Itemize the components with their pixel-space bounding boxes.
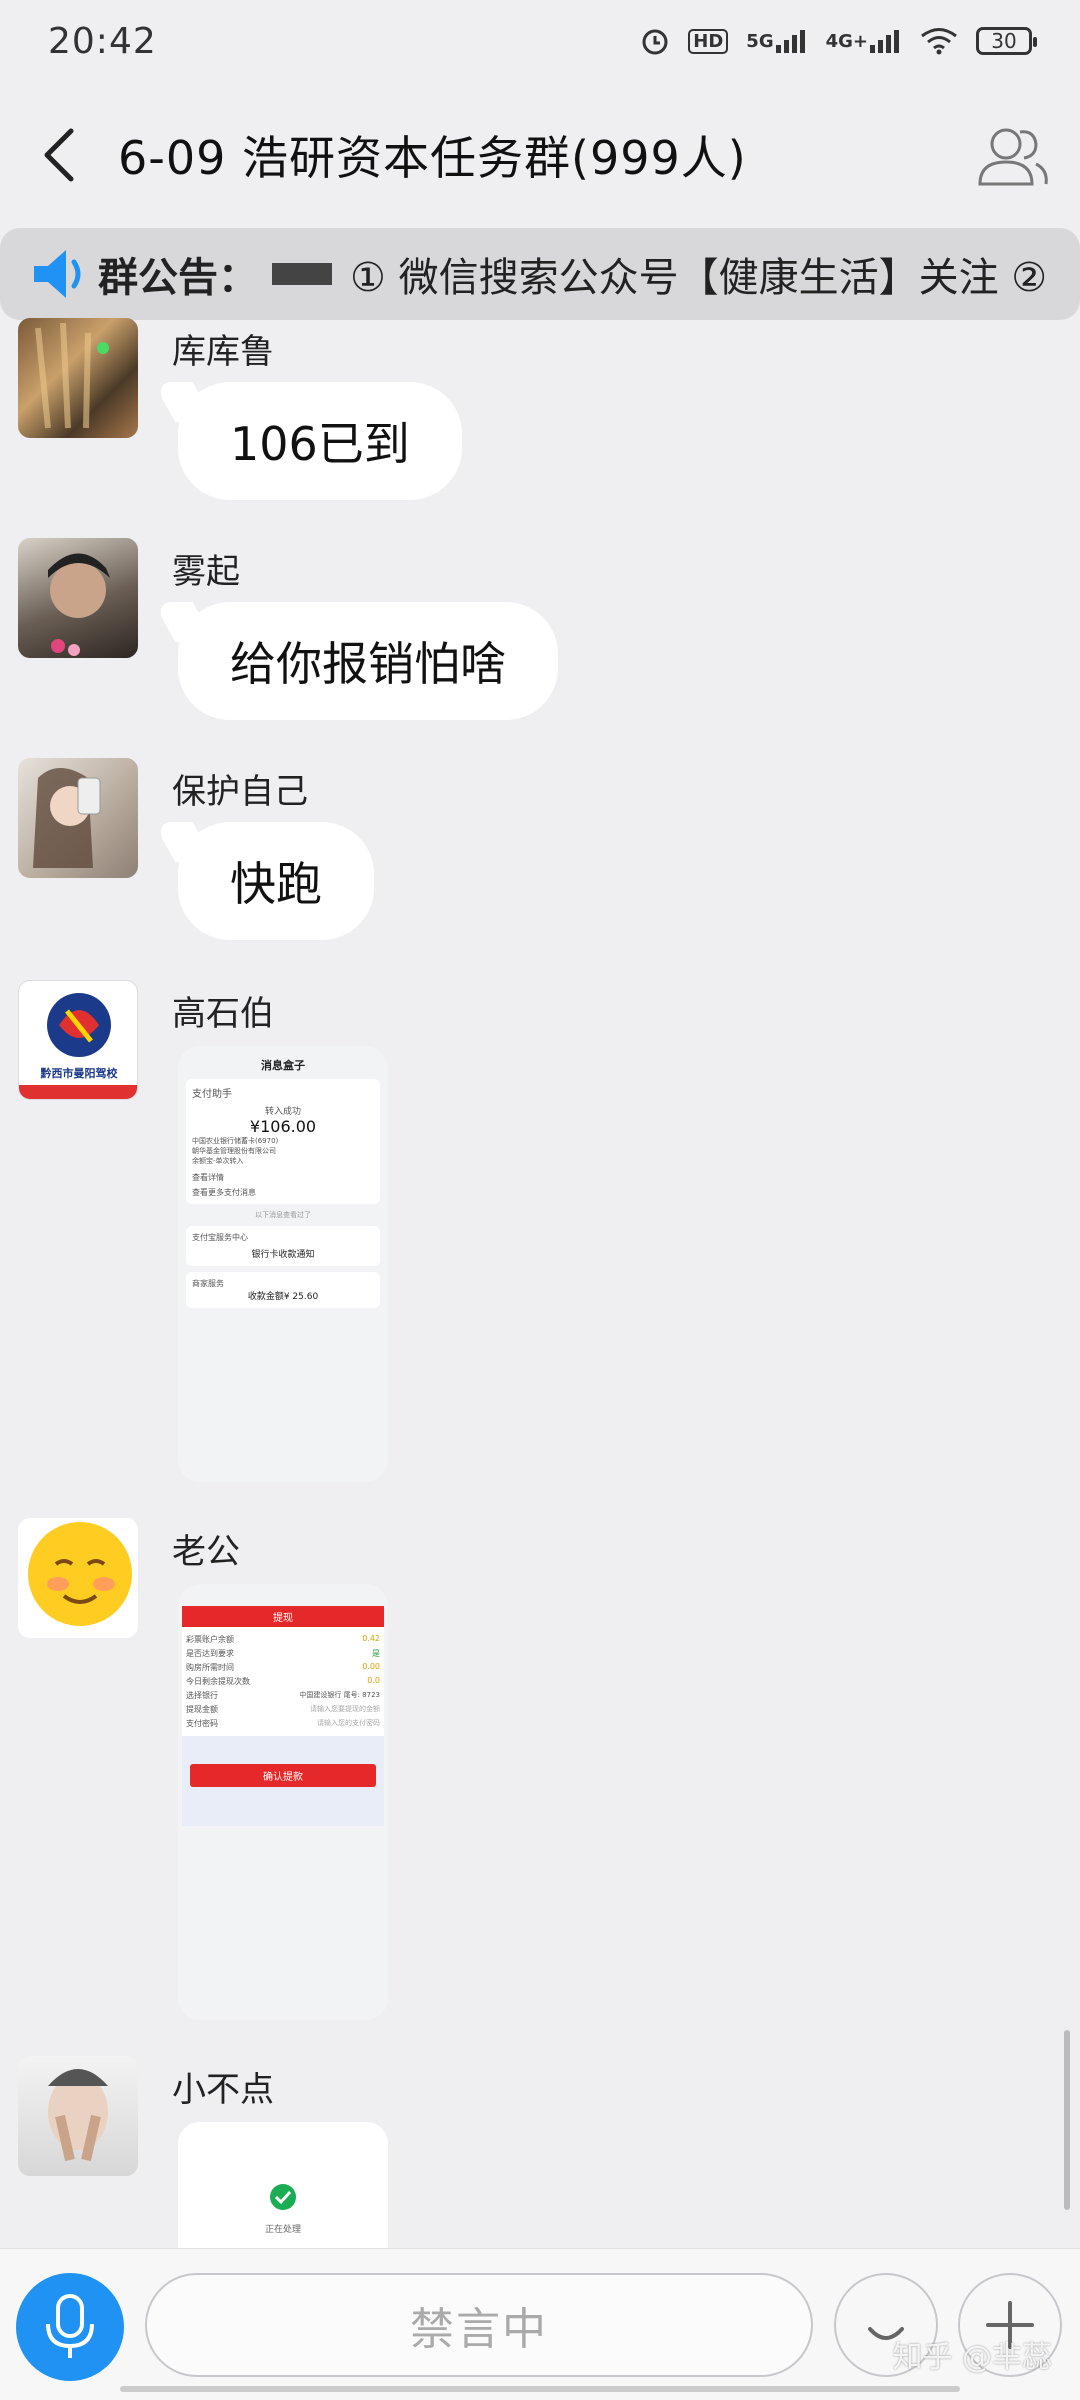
scrollbar[interactable] [1064, 2030, 1070, 2210]
announcement-text: ① 微信搜索公众号【健康生活】关注 ② [350, 255, 1048, 301]
mini-card: 支付宝服务中心 银行卡收款通知 [186, 1226, 380, 1266]
mini-row: 提现金额 请输入您要提现的金额 [186, 1705, 380, 1714]
image-content: 提现 彩票账户余额 0.42 是否达到要求是 购房所需时间 0.00 今日剩余提现次… [178, 1584, 388, 2020]
status-icons: HD 5G 4G+ 30 [640, 26, 1037, 56]
signal-5g-label: 5G [746, 30, 774, 52]
sender-name: 老公 [172, 1532, 240, 1572]
sender-name: 小不点 [172, 2070, 274, 2110]
mini-line: 中国农业银行储蓄卡(6970) [192, 1137, 279, 1145]
mini-row: 购房所需时间 0.00 [186, 1662, 380, 1672]
image-content: 消息盒子 支付助手 转入成功 ¥106.00 中国农业银行储蓄卡(6970) 朝… [178, 1046, 388, 1482]
emoji-avatar-icon [28, 1522, 132, 1626]
speaker-icon [34, 250, 81, 298]
mini-title: 消息盒子 [261, 1059, 305, 1072]
avatar[interactable] [18, 1518, 138, 1638]
gesture-bar [120, 2386, 960, 2392]
watermark: 知乎 @芈蕊 [892, 2340, 1052, 2375]
alarm-icon [640, 26, 670, 56]
check-circle-icon [270, 2184, 296, 2210]
mini-amount: ¥106.00 [249, 1117, 317, 1136]
avatar-caption: 黔西市曼阳驾校 [40, 1067, 118, 1080]
mini-redbar: 提现 [182, 1606, 384, 1627]
mini-row: 彩票账户余额 0.42 [186, 1634, 380, 1644]
sender-name: 库库鲁 [172, 332, 274, 372]
mini-notice: 银行卡收款通知 [251, 1250, 315, 1260]
mini-row: 是否达到要求是 [186, 1649, 380, 1658]
message-bubble[interactable]: 快跑 [178, 822, 374, 940]
message-bubble[interactable]: 给你报销怕啥 [178, 602, 558, 720]
hd-icon: HD [688, 28, 729, 54]
sender-name: 保护自己 [172, 772, 308, 812]
announcement-prefix: 群公告： [98, 255, 258, 301]
mini-row: 支付密码 请输入您的支付密码 [186, 1719, 380, 1728]
redacted-block [272, 263, 332, 285]
microphone-icon [46, 2294, 94, 2358]
mini-card-title: 支付助手 [192, 1089, 232, 1100]
mini-card: 商家服务 收款金额¥ 25.60 [186, 1272, 380, 1308]
mini-row: 今日剩余提现次数 0.0 [186, 1676, 380, 1686]
avatar[interactable] [18, 538, 138, 658]
mini-amount: 收款金额¥ 25.60 [247, 1292, 319, 1302]
mini-link: 查看更多支付消息 [192, 1188, 256, 1197]
battery-icon: 30 [976, 27, 1037, 55]
mini-card-title: 商家服务 [192, 1279, 224, 1288]
voice-button[interactable] [16, 2273, 124, 2381]
mini-form: 彩票账户余额 0.42 是否达到要求是 购房所需时间 0.00 今日剩余提现次数 0.… [182, 1627, 384, 1736]
image-message[interactable]: 正在处理 [178, 2122, 388, 2252]
avatar[interactable] [18, 2056, 138, 2176]
image-message[interactable]: 提现 彩票账户余额 0.42 是否达到要求是 购房所需时间 0.00 今日剩余提现次… [178, 1584, 388, 2020]
mini-card: 支付助手 转入成功 ¥106.00 中国农业银行储蓄卡(6970) 朝华基金管理… [186, 1079, 380, 1204]
mini-title: 提现 [273, 1613, 293, 1624]
message-bubble[interactable]: 106已到 [178, 382, 462, 500]
mini-line: 余额宝-单次转入 [192, 1157, 244, 1165]
mini-card-title: 支付宝服务中心 [192, 1233, 248, 1242]
signal-4g-label: 4G+ [825, 30, 868, 52]
sender-name: 高石伯 [172, 994, 274, 1034]
chat-header: 6-09 浩研资本任务群(999人) [0, 82, 1080, 227]
page-title: 6-09 浩研资本任务群(999人) [118, 130, 747, 185]
chevron-left-icon [44, 128, 74, 181]
wifi-icon [920, 27, 958, 55]
mini-caption: 正在处理 [264, 2225, 301, 2235]
avatar[interactable] [18, 318, 138, 438]
group-announcement[interactable]: 群公告： ① 微信搜索公众号【健康生活】关注 ② [0, 228, 1080, 320]
members-icon [978, 128, 1048, 186]
image-message[interactable]: 消息盒子 支付助手 转入成功 ¥106.00 中国农业银行储蓄卡(6970) 朝… [178, 1046, 388, 1482]
avatar[interactable]: 黔西市曼阳驾校 [18, 980, 138, 1100]
back-button[interactable] [24, 115, 94, 195]
mini-link: 查看详情 [192, 1173, 224, 1182]
mini-row: 选择银行 中国建设银行 尾号: 8723 [186, 1691, 380, 1700]
signal-5g-icon: 5G [746, 29, 807, 53]
mini-confirm-button: 确认提款 [190, 1764, 376, 1787]
message-input[interactable]: 禁言中 [145, 2273, 813, 2377]
mini-header: 消息盒子 [186, 1057, 380, 1073]
driving-school-logo [47, 993, 111, 1057]
avatar-banner [19, 1085, 137, 1099]
mini-divider: 以下消息查看过了 [255, 1211, 311, 1219]
sender-name: 雾起 [172, 552, 240, 592]
status-time: 20:42 [48, 20, 157, 62]
group-members-button[interactable] [974, 122, 1050, 192]
avatar[interactable] [18, 758, 138, 878]
mini-label: 转入成功 [264, 1107, 301, 1117]
input-bar: 禁言中 [0, 2248, 1080, 2400]
mini-line: 朝华基金管理股份有限公司 [192, 1147, 276, 1155]
mini-button-area: 确认提款 [182, 1736, 384, 1826]
signal-4g-icon: 4G+ [826, 29, 902, 53]
image-content: 正在处理 [178, 2122, 388, 2252]
status-bar: 20:42 HD 5G 4G+ 30 [0, 0, 1080, 82]
